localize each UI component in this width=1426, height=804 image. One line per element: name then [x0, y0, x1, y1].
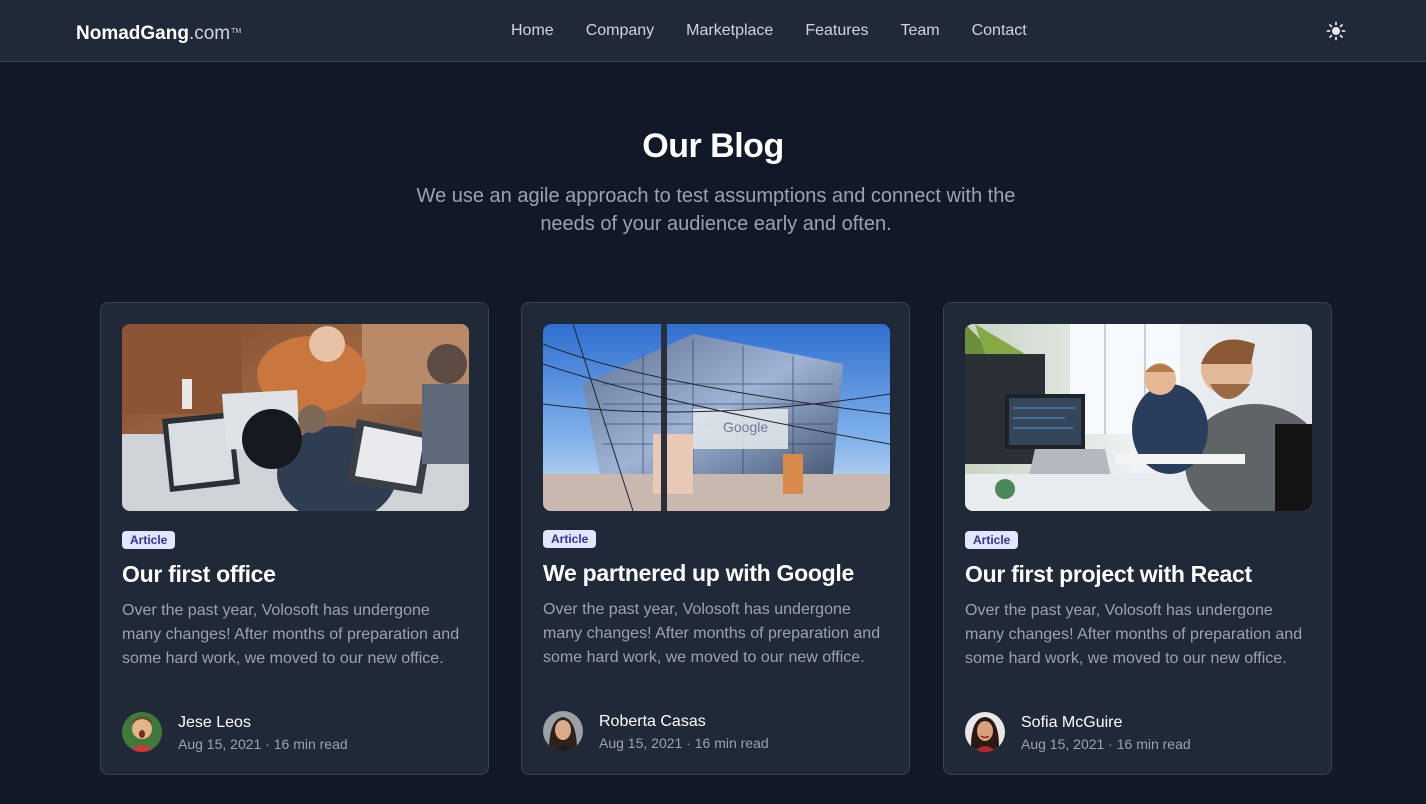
nav-link-team[interactable]: Team — [900, 20, 939, 42]
nav-link-company[interactable]: Company — [586, 20, 654, 42]
author-name[interactable]: Roberta Casas — [599, 711, 706, 733]
avatar — [122, 712, 162, 752]
post-meta: Aug 15, 2021 · 16 min read — [1021, 736, 1191, 752]
author-name[interactable]: Sofia McGuire — [1021, 712, 1122, 734]
page-title: Our Blog — [642, 127, 784, 165]
post-title[interactable]: We partnered up with Google — [543, 558, 893, 588]
post-image-react[interactable] — [965, 324, 1312, 511]
post-category-badge: Article — [965, 531, 1019, 549]
post-excerpt: Over the past year, Volosoft has undergo… — [965, 602, 1303, 667]
post-meta: Aug 15, 2021 · 16 min read — [599, 735, 769, 751]
post-title[interactable]: Our first project with React — [965, 559, 1315, 589]
main-nav: Home Company Marketplace Features Team C… — [511, 20, 1027, 42]
avatar — [965, 712, 1005, 752]
nav-link-features[interactable]: Features — [805, 20, 868, 42]
post-author: Sofia McGuire Aug 15, 2021 · 16 min read — [965, 712, 1305, 752]
theme-toggle-button[interactable] — [1326, 21, 1346, 41]
brand-name: NomadGang — [76, 23, 189, 44]
brand-logo[interactable]: NomadGang.comTM — [76, 20, 241, 46]
post-author: Roberta Casas Aug 15, 2021 · 16 min read — [543, 711, 883, 751]
svg-text:Google: Google — [723, 419, 768, 435]
brand-trademark: TM — [231, 28, 242, 35]
post-image-office[interactable] — [122, 324, 469, 511]
page-subtitle: We use an agile approach to test assumpt… — [416, 185, 1016, 235]
post-category-badge: Article — [543, 530, 597, 548]
blog-card: Article Our first project with React Ove… — [943, 302, 1332, 775]
blog-card: Google Article We partnered up with Goog… — [521, 302, 910, 775]
post-title[interactable]: Our first office — [122, 559, 472, 589]
post-meta: Aug 15, 2021 · 16 min read — [178, 736, 348, 752]
post-image-google[interactable]: Google — [543, 324, 890, 511]
brand-domain: .com — [188, 23, 231, 44]
sun-icon — [1326, 21, 1346, 41]
post-excerpt: Over the past year, Volosoft has undergo… — [543, 601, 881, 666]
avatar — [543, 711, 583, 751]
blog-card: Article Our first office Over the past y… — [100, 302, 489, 775]
nav-link-contact[interactable]: Contact — [972, 20, 1027, 42]
post-author: Jese Leos Aug 15, 2021 · 16 min read — [122, 712, 462, 752]
nav-link-marketplace[interactable]: Marketplace — [686, 20, 773, 42]
navbar: NomadGang.comTM Home Company Marketplace… — [0, 0, 1426, 62]
post-excerpt: Over the past year, Volosoft has undergo… — [122, 602, 460, 667]
author-name[interactable]: Jese Leos — [178, 712, 251, 734]
nav-link-home[interactable]: Home — [511, 20, 554, 42]
post-category-badge: Article — [122, 531, 176, 549]
